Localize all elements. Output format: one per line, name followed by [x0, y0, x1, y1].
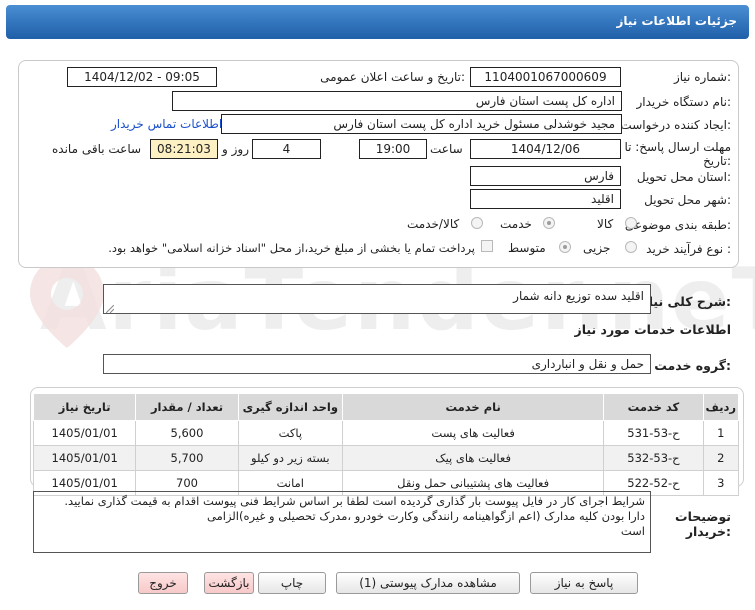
process-option-medium: متوسط	[508, 241, 546, 255]
table-row: 1 ح-53-531 فعالیت های پست پاکت 5,600 140…	[32, 420, 740, 446]
need-number-field: 1104001067000609	[470, 67, 621, 87]
cell-code: ح-53-531	[603, 420, 704, 446]
category-option-goods: کالا	[597, 217, 614, 231]
resize-grip-icon[interactable]	[106, 305, 114, 313]
services-table: ردیف کد خدمت نام خدمت واحد اندازه گیری ت…	[32, 393, 740, 496]
deadline-label-date: تاریخ:	[703, 154, 731, 168]
buyer-notes-line-2: دارا بودن کلیه مدارک (اعم ازگواهینامه را…	[207, 509, 645, 523]
category-option-service: خدمت	[500, 217, 532, 231]
buyer-notes-line-1: شرایط اجرای کار در فایل پیوست بار گذاری …	[64, 494, 645, 508]
cell-code: ح-53-532	[603, 445, 704, 471]
buyer-notes-field: شرایط اجرای کار در فایل پیوست بار گذاری …	[33, 491, 651, 553]
col-qty: تعداد / مقدار	[135, 393, 239, 421]
announce-date-label: تاریخ و ساعت اعلان عمومی:	[320, 70, 465, 84]
cell-name: فعالیت های پیک	[341, 445, 605, 471]
province-label: استان محل تحویل:	[636, 170, 731, 184]
reply-to-need-button[interactable]: پاسخ به نیاز	[530, 572, 638, 594]
deadline-time-label: ساعت	[430, 142, 463, 156]
category-option-goods-service: کالا/خدمت	[407, 217, 460, 231]
description-field: اقلید سده توزیع دانه شمار	[103, 284, 651, 314]
requester-label: ایجاد کننده درخواست:	[620, 118, 731, 132]
buyer-contact-link[interactable]: اطلاعات تماس خریدار	[111, 117, 222, 131]
cell-row: 1	[702, 420, 740, 446]
exit-button[interactable]: خروج	[138, 572, 188, 594]
cell-date: 1405/01/01	[32, 445, 137, 471]
category-label: طبقه بندی موضوعی:	[624, 218, 731, 232]
service-group-label: گروه خدمت:	[654, 358, 731, 373]
buyer-notes-line-3: است	[620, 524, 645, 538]
time-remaining-label: ساعت باقی مانده	[52, 142, 142, 156]
col-name: نام خدمت	[341, 393, 605, 421]
category-radio-goods-service[interactable]	[471, 217, 483, 229]
buyer-org-field: اداره کل پست استان فارس	[172, 91, 622, 111]
buyer-notes-label: توضیحات	[675, 509, 731, 524]
deadline-label: مهلت ارسال پاسخ: تا	[624, 140, 731, 154]
need-number-label: شماره نیاز:	[673, 70, 731, 84]
description-label: شرح کلی نیاز:	[641, 294, 732, 309]
service-group-field: حمل و نقل و انبارداری	[103, 354, 651, 374]
col-row: ردیف	[702, 393, 740, 421]
process-option-minor: جزیی	[583, 241, 611, 255]
col-code: کد خدمت	[603, 393, 704, 421]
deadline-time-field: 19:00	[359, 139, 427, 159]
time-remaining-field: 08:21:03	[150, 139, 218, 159]
process-label: نوع فرآیند خرید :	[646, 242, 731, 256]
days-remaining-field: 4	[252, 139, 321, 159]
services-table-header: ردیف کد خدمت نام خدمت واحد اندازه گیری ت…	[32, 393, 740, 421]
cell-row: 3	[702, 470, 740, 496]
process-radio-medium[interactable]	[559, 241, 571, 253]
deadline-date-field: 1404/12/06	[470, 139, 621, 159]
city-label: شهر محل تحویل:	[644, 193, 731, 207]
cell-qty: 5,700	[135, 445, 239, 471]
view-attachments-button[interactable]: مشاهده مدارک پیوستی (1)	[336, 572, 520, 594]
cell-date: 1405/01/01	[32, 420, 137, 446]
days-label: روز و	[222, 142, 249, 156]
province-field: فارس	[470, 166, 621, 186]
back-button[interactable]: بازگشت	[204, 572, 254, 594]
requester-field: مجید خوشدلی مسئول خرید اداره کل پست استا…	[221, 114, 622, 134]
city-field: اقلید	[470, 189, 621, 209]
window-title-bar: جزئیات اطلاعات نیاز	[6, 5, 749, 39]
cell-unit: پاکت	[237, 420, 343, 446]
table-row: 2 ح-53-532 فعالیت های پیک بسته زیر دو کی…	[32, 445, 740, 471]
col-date: تاریخ نیاز	[32, 393, 137, 421]
cell-qty: 5,600	[135, 420, 239, 446]
buyer-notes-label-2: خریدار:	[685, 524, 731, 539]
print-button[interactable]: چاپ	[258, 572, 326, 594]
services-section-title: اطلاعات خدمات مورد نیاز	[574, 322, 732, 337]
process-radio-minor[interactable]	[625, 241, 637, 253]
treasury-payment-checkbox[interactable]	[481, 240, 493, 252]
page-title: جزئیات اطلاعات نیاز	[616, 14, 737, 28]
category-radio-service[interactable]	[543, 217, 555, 229]
treasury-payment-note: پرداخت تمام یا بخشی از مبلغ خرید،از محل …	[108, 241, 475, 255]
category-radio-goods[interactable]	[625, 217, 637, 229]
announce-date-field: 1404/12/02 - 09:05	[67, 67, 217, 87]
buyer-org-label: نام دستگاه خریدار:	[636, 95, 732, 109]
cell-unit: بسته زیر دو کیلو	[237, 445, 343, 471]
cell-row: 2	[702, 445, 740, 471]
col-unit: واحد اندازه گیری	[237, 393, 343, 421]
cell-name: فعالیت های پست	[341, 420, 605, 446]
